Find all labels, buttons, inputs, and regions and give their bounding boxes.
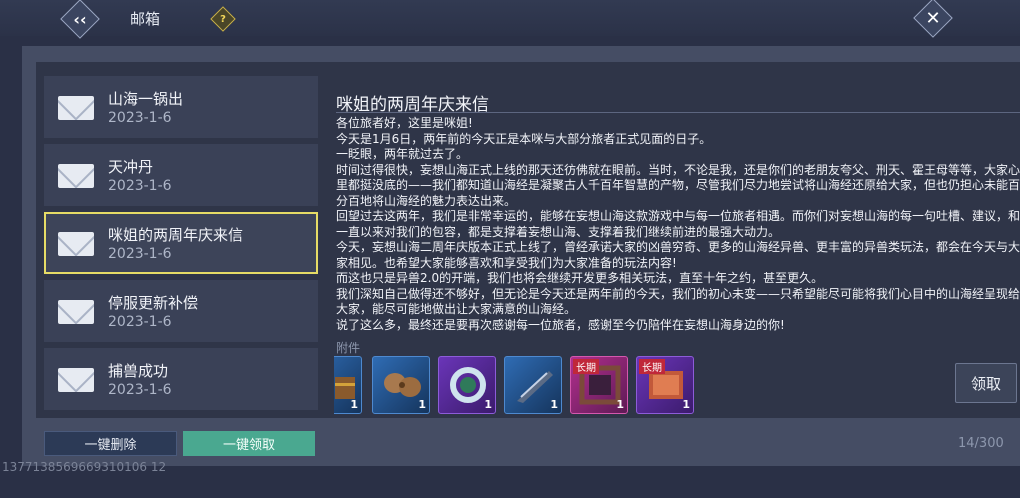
attachment-qty: 1 bbox=[350, 398, 358, 411]
attachment-item[interactable]: 1 bbox=[504, 356, 562, 414]
mail-subject: 捕兽成功 bbox=[108, 362, 169, 380]
duration-tag: 长期 bbox=[573, 359, 599, 374]
mail-item[interactable]: 捕兽成功 2023-1-6 bbox=[44, 348, 318, 410]
attachment-qty: 1 bbox=[682, 398, 690, 411]
back-icon: ‹‹ bbox=[73, 9, 87, 29]
feather-icon bbox=[517, 371, 553, 403]
mail-item-selected[interactable]: 咪姐的两周年庆来信 2023-1-6 bbox=[44, 212, 318, 274]
attachment-qty: 1 bbox=[550, 398, 558, 411]
attachment-item[interactable]: 1 bbox=[438, 356, 496, 414]
envelope-icon bbox=[58, 96, 94, 120]
body-paragraph: 我们深知自己做得还不够好，但无论是今天还是两年前的今天，我们的初心未变——只希望… bbox=[336, 286, 1020, 317]
body-paragraph: 一眨眼，两年就过去了。 bbox=[336, 147, 469, 161]
mail-item[interactable]: 天冲丹 2023-1-6 bbox=[44, 144, 318, 206]
envelope-icon bbox=[58, 300, 94, 324]
mail-item[interactable]: 停服更新补偿 2023-1-6 bbox=[44, 280, 318, 342]
mail-subject: 山海一锅出 bbox=[108, 90, 184, 108]
gem-ring-icon bbox=[450, 367, 486, 403]
body-paragraph: 今天是1月6日，两年前的今天正是本咪与大部分旅者正式见面的日子。 bbox=[336, 131, 712, 146]
mail-subject: 天冲丹 bbox=[108, 158, 154, 176]
mail-subject: 停服更新补偿 bbox=[108, 294, 199, 312]
title-divider bbox=[336, 112, 1020, 113]
duration-tag: 长期 bbox=[639, 359, 665, 374]
attachment-item[interactable]: 长期 1 bbox=[636, 356, 694, 414]
body-paragraph: 而这也只是异兽2.0的开端，我们也将会继续开发更多相关玩法，直至十年之约，甚至更… bbox=[336, 271, 824, 285]
close-icon: ✕ bbox=[925, 7, 941, 29]
user-id: 1377138569669310106 12 bbox=[2, 460, 167, 474]
envelope-icon bbox=[58, 232, 94, 256]
seed-icon bbox=[384, 373, 421, 397]
delete-all-button[interactable]: 一键删除 bbox=[44, 431, 177, 456]
mail-count: 14/300 bbox=[958, 436, 1004, 451]
body-paragraph: 时间过得很快，妄想山海正式上线的那天还彷佛就在眼前。当时，不论是我，还是你们的老… bbox=[336, 162, 1020, 208]
claim-all-button[interactable]: 一键领取 bbox=[183, 431, 315, 456]
body-paragraph: 各位旅者好，这里是咪姐! bbox=[336, 116, 473, 130]
mail-date: 2023-1-6 bbox=[108, 314, 172, 330]
attachments-label: 附件 bbox=[336, 341, 361, 355]
mail-list[interactable]: 山海一锅出 2023-1-6 天冲丹 2023-1-6 咪姐的两周年庆来信 20… bbox=[44, 76, 318, 416]
attachment-item[interactable]: 1 bbox=[372, 356, 430, 414]
body-paragraph: 回望过去这两年，我们是非常幸运的，能够在妄想山海这款游戏中与每一位旅者相遇。而你… bbox=[336, 209, 1020, 239]
mail-date: 2023-1-6 bbox=[108, 178, 172, 194]
mail-body: 各位旅者好，这里是咪姐! 今天是1月6日，两年前的今天正是本咪与大部分旅者正式见… bbox=[336, 116, 1020, 340]
body-paragraph: 说了这么多，最终还是要再次感谢每一位旅者，感谢至今仍陪伴在妄想山海身边的你! bbox=[336, 317, 785, 332]
page-title: 邮箱 bbox=[130, 10, 161, 28]
attachment-item[interactable]: 1 bbox=[334, 356, 362, 414]
envelope-icon bbox=[58, 368, 94, 392]
mail-date: 2023-1-6 bbox=[108, 246, 172, 262]
attachment-item[interactable]: 长期 1 bbox=[570, 356, 628, 414]
attachment-qty: 1 bbox=[418, 398, 426, 411]
mail-item[interactable]: 山海一锅出 2023-1-6 bbox=[44, 76, 318, 138]
claim-button[interactable]: 领取 bbox=[955, 363, 1017, 403]
mail-date: 2023-1-6 bbox=[108, 382, 172, 398]
body-paragraph: 今天，妄想山海二周年庆版本正式上线了，曾经承诺大家的凶兽穷奇、更多的山海经异兽、… bbox=[336, 240, 1020, 270]
mail-date: 2023-1-6 bbox=[108, 110, 172, 126]
mail-subject: 咪姐的两周年庆来信 bbox=[108, 226, 244, 244]
attachment-qty: 1 bbox=[616, 398, 624, 411]
attachment-qty: 1 bbox=[484, 398, 492, 411]
envelope-icon bbox=[58, 164, 94, 188]
attachments-row: 1 1 1 1 长期 1 长期 1 bbox=[334, 356, 954, 416]
help-icon: ? bbox=[220, 13, 226, 25]
